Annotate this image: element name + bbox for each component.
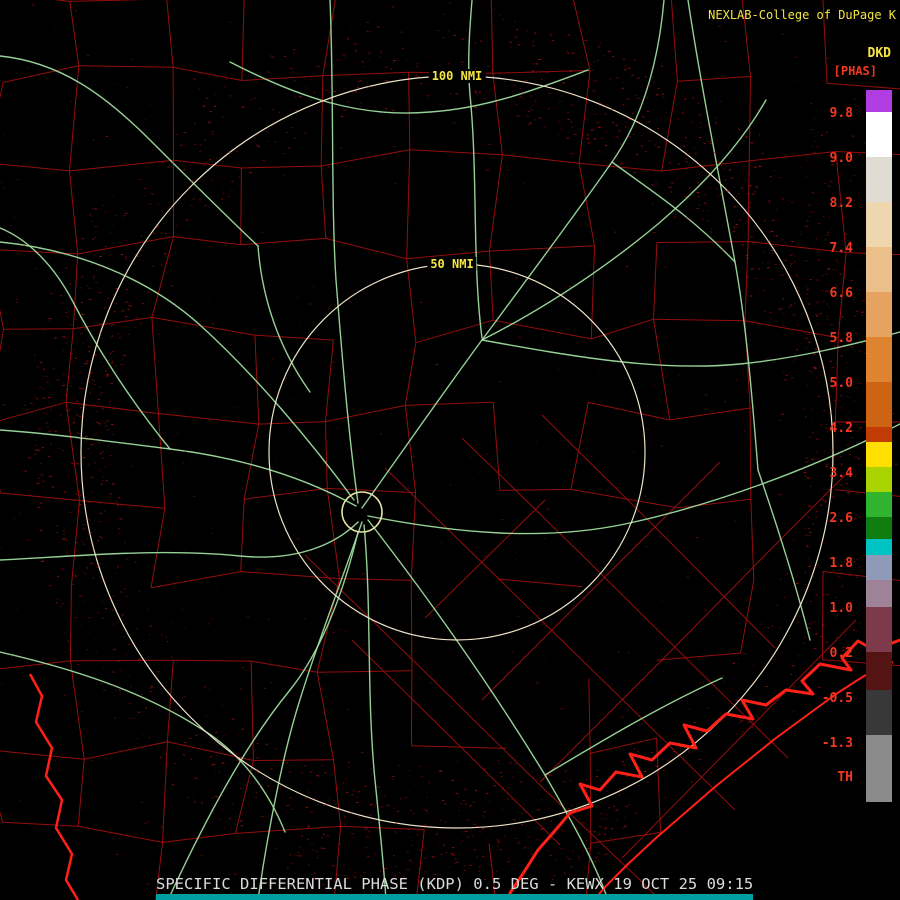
highway-northeast-diagonal [481, 99, 767, 341]
county-boundaries [0, 0, 900, 900]
county-line [424, 499, 546, 619]
colorbar-segment [866, 337, 892, 382]
product-phase-label: [PHAS] [833, 64, 877, 78]
highway-us281-south [363, 524, 387, 900]
product-code: DKD [867, 46, 891, 61]
highway-us90-west [0, 521, 359, 561]
county-line [461, 437, 789, 759]
colorbar-segment [866, 467, 892, 492]
colorbar-segment [866, 492, 892, 517]
radar-map [0, 0, 900, 900]
county-line [304, 554, 661, 900]
scale-unit-label: TH [837, 770, 853, 785]
highway-lines [0, 0, 900, 900]
range-ring-50nmi [268, 263, 646, 641]
highway-southwest-diagonal [167, 531, 359, 900]
title-underline [156, 894, 754, 900]
colorbar-segment [866, 442, 892, 467]
colorbar-segment [866, 517, 892, 539]
colorbar-segment [866, 247, 892, 292]
rio-grande-river [28, 673, 80, 900]
site-attribution: NEXLAB-College of DuPage K [708, 8, 896, 22]
colorbar-segment [866, 90, 892, 112]
colorbar-segment [866, 735, 892, 802]
colorbar-segment [866, 690, 892, 735]
highway-i37-southeast [367, 519, 609, 900]
county-boundaries-diagonal [304, 414, 857, 900]
colorbar-segment [866, 292, 892, 337]
highway-austin-north [468, 0, 483, 339]
colorbar-segment [866, 382, 892, 427]
highway-i10-east [367, 423, 900, 535]
colorbar-segment [866, 112, 892, 157]
colorbar-segment [866, 539, 892, 555]
highway-nw-spur [0, 227, 171, 450]
range-label-50nmi: 50 NMI [427, 257, 477, 271]
county-line [539, 474, 846, 783]
product-title: SPECIFIC DIFFERENTIAL PHASE (KDP) 0.5 DE… [156, 875, 754, 893]
colorbar-segment [866, 157, 892, 202]
colorbar-segment [866, 652, 892, 690]
highway-hill-connector [257, 245, 311, 393]
highway-northwest [0, 241, 355, 501]
colorbar-segment [866, 427, 892, 442]
color-scale-bar [866, 90, 892, 802]
highway-ne-connector [611, 161, 736, 263]
colorbar-segment [866, 580, 892, 607]
highway-i10-west [0, 429, 357, 507]
colorbar-segment [866, 202, 892, 247]
county-line [351, 639, 561, 846]
product-title-bar: SPECIFIC DIFFERENTIAL PHASE (KDP) 0.5 DE… [156, 875, 754, 900]
highway-east-northsouth [687, 0, 759, 471]
range-label-100nmi: 100 NMI [428, 69, 486, 83]
city-loop-road [341, 491, 383, 533]
colorbar-segment [866, 555, 892, 580]
radar-display: NEXLAB-College of DuPage K DKD [PHAS] 10… [0, 0, 900, 900]
colorbar-segment [866, 607, 892, 652]
highway-topleft-diagonal [0, 55, 259, 247]
